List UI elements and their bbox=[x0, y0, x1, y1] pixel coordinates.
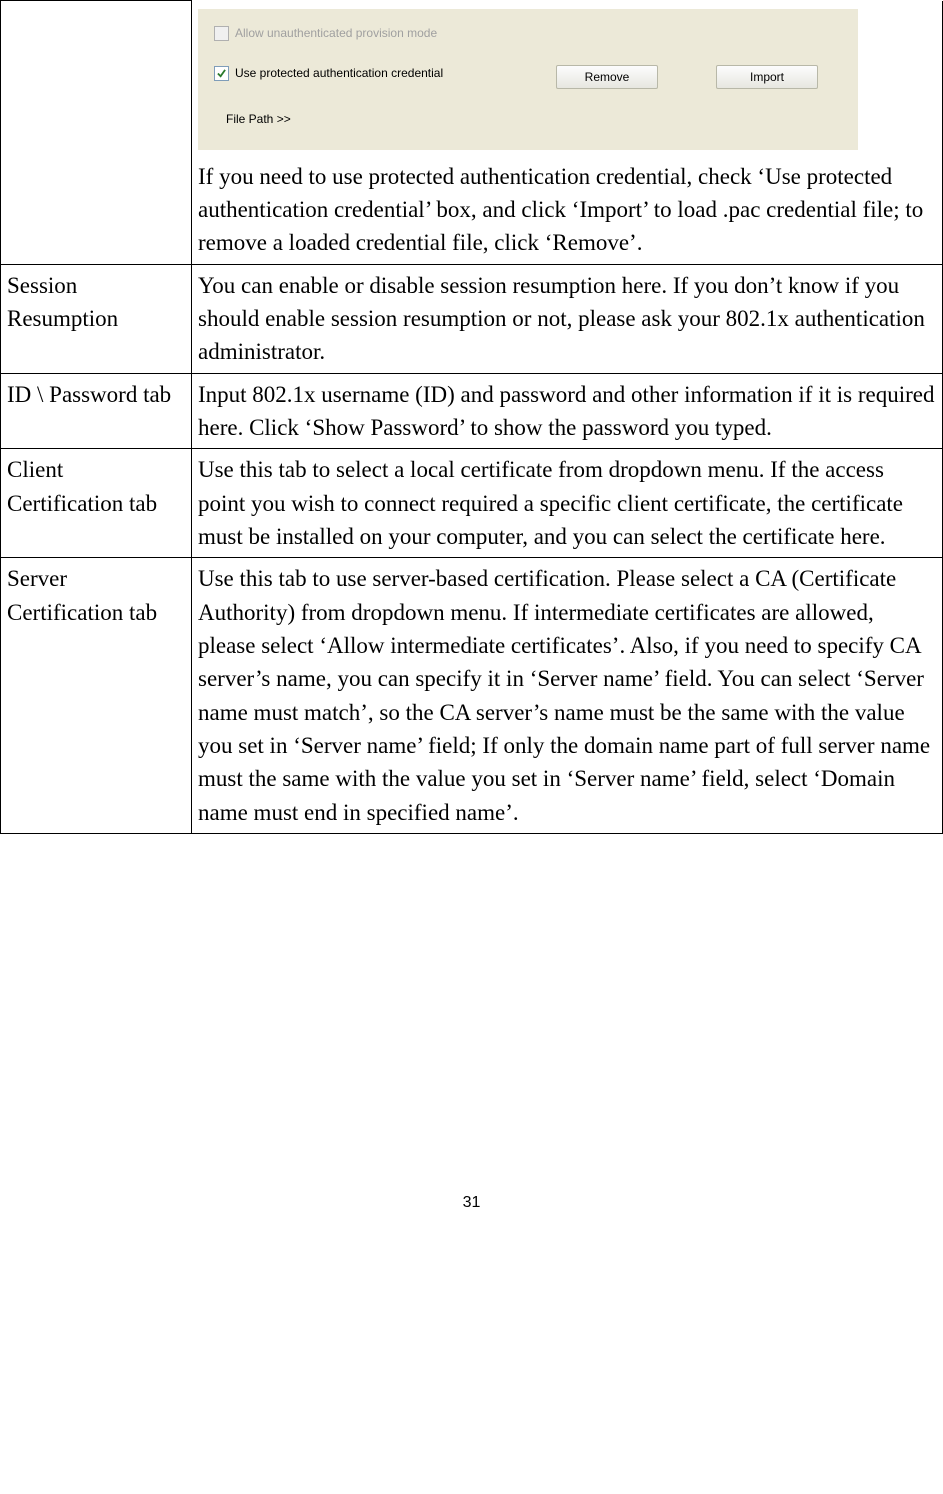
row1-desc: You can enable or disable session resump… bbox=[192, 264, 943, 373]
row3-desc: Use this tab to select a local certifica… bbox=[192, 449, 943, 558]
checkbox-icon[interactable] bbox=[214, 26, 229, 41]
row0-label bbox=[1, 1, 192, 265]
file-path-label: File Path >> bbox=[226, 111, 291, 128]
checkbox-use-protected: Use protected authentication credential bbox=[214, 65, 443, 82]
row0-content: Allow unauthenticated provision mode Use… bbox=[192, 1, 943, 265]
import-button[interactable]: Import bbox=[716, 65, 818, 89]
row3-label: Client Certification tab bbox=[1, 449, 192, 558]
row0-desc: If you need to use protected authenticat… bbox=[198, 160, 936, 260]
row4-label: Server Certification tab bbox=[1, 558, 192, 834]
row2-label: ID \ Password tab bbox=[1, 373, 192, 449]
checkbox-allow-unauth: Allow unauthenticated provision mode bbox=[214, 25, 437, 42]
checkbox1-label: Allow unauthenticated provision mode bbox=[235, 25, 437, 42]
remove-button[interactable]: Remove bbox=[556, 65, 658, 89]
row1-label: Session Resumption bbox=[1, 264, 192, 373]
screenshot-panel: Allow unauthenticated provision mode Use… bbox=[198, 9, 858, 150]
page-number: 31 bbox=[0, 1194, 943, 1242]
row4-desc: Use this tab to use server-based certifi… bbox=[192, 558, 943, 834]
checkbox2-label: Use protected authentication credential bbox=[235, 65, 443, 82]
checkbox-icon[interactable] bbox=[214, 66, 229, 81]
row2-desc: Input 802.1x username (ID) and password … bbox=[192, 373, 943, 449]
